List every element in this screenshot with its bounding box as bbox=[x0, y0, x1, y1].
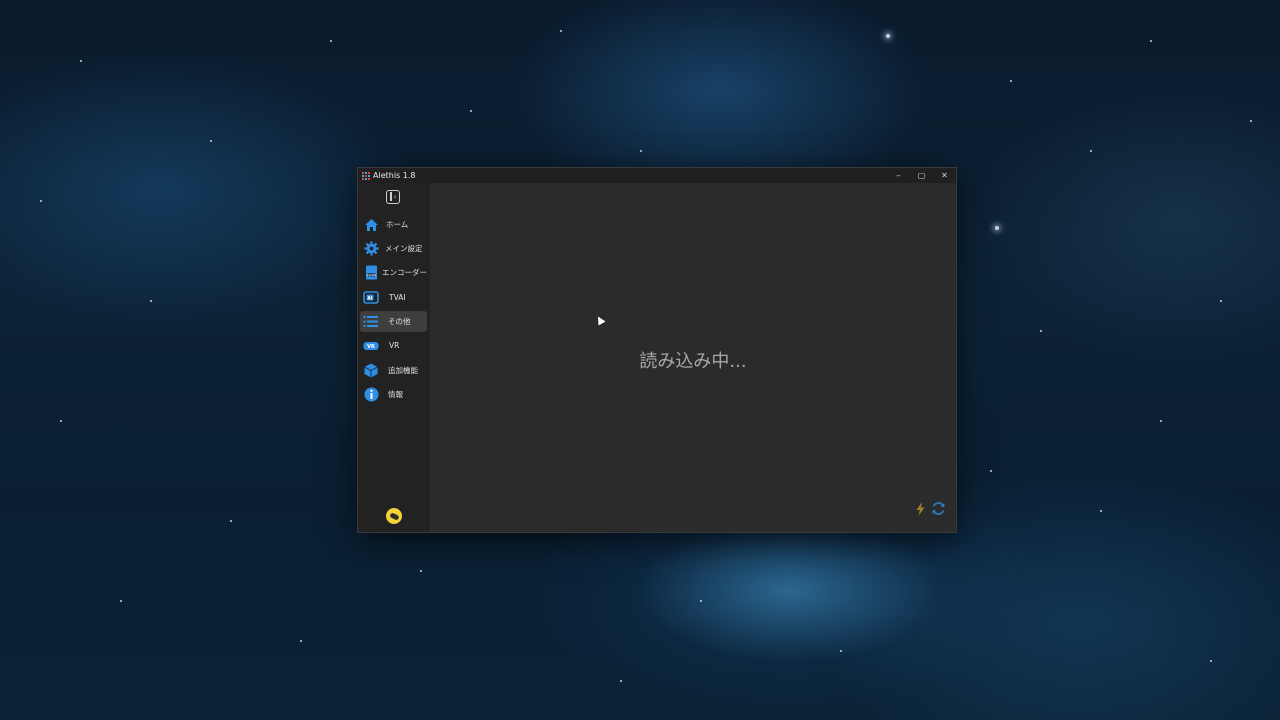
sidebar-item-label: 情報 bbox=[388, 390, 403, 399]
home-icon bbox=[363, 217, 379, 233]
maximize-button[interactable]: ▢ bbox=[910, 168, 933, 183]
avatar-icon[interactable] bbox=[386, 508, 402, 524]
sidebar-item-extra-features[interactable]: 追加機能 bbox=[360, 360, 427, 381]
cube-icon bbox=[363, 363, 379, 379]
sidebar-collapse-icon[interactable]: ‹ bbox=[386, 190, 400, 204]
sidebar-item-label: エンコーダー bbox=[382, 268, 427, 277]
info-icon bbox=[363, 387, 379, 403]
main-content: 読み込み中... bbox=[430, 183, 956, 532]
app-logo-icon bbox=[362, 171, 370, 180]
svg-text:VR: VR bbox=[367, 344, 375, 350]
svg-text:H264: H264 bbox=[366, 273, 375, 277]
minimize-button[interactable]: – bbox=[887, 168, 910, 183]
app-window: Alethis 1.8 – ▢ ✕ ‹ ホーム メイン設定 H264 エンコーダ… bbox=[357, 167, 957, 533]
sidebar-item-encoder[interactable]: H264 エンコーダー bbox=[360, 262, 427, 283]
sidebar-item-info[interactable]: 情報 bbox=[360, 384, 427, 405]
sidebar-item-label: 追加機能 bbox=[388, 366, 418, 375]
sidebar-item-home[interactable]: ホーム bbox=[360, 214, 427, 235]
vr-icon: VR bbox=[363, 338, 379, 354]
h264-file-icon: H264 bbox=[363, 265, 379, 281]
list-icon bbox=[363, 314, 379, 330]
gear-icon bbox=[363, 241, 379, 257]
sidebar-item-label: ホーム bbox=[386, 220, 409, 229]
sidebar-item-label: メイン設定 bbox=[385, 244, 423, 253]
sidebar-item-vr[interactable]: VR VR bbox=[360, 335, 427, 356]
svg-text:AI: AI bbox=[367, 295, 372, 301]
sidebar-item-label: その他 bbox=[388, 317, 411, 326]
refresh-icon[interactable] bbox=[931, 501, 946, 520]
sidebar-item-other[interactable]: その他 bbox=[360, 311, 427, 332]
close-button[interactable]: ✕ bbox=[933, 168, 956, 183]
sidebar-item-tvai[interactable]: AI TVAI bbox=[360, 287, 427, 308]
window-title: Alethis 1.8 bbox=[373, 171, 416, 180]
loading-text: 読み込み中... bbox=[639, 351, 747, 372]
lightning-icon[interactable] bbox=[916, 501, 925, 520]
ai-chip-icon: AI bbox=[363, 290, 379, 306]
sidebar-item-main-settings[interactable]: メイン設定 bbox=[360, 238, 427, 259]
sidebar: ‹ ホーム メイン設定 H264 エンコーダー AI TVAI その他 VR V… bbox=[358, 183, 430, 532]
sidebar-item-label: TVAI bbox=[389, 293, 406, 302]
title-bar[interactable]: Alethis 1.8 – ▢ ✕ bbox=[358, 168, 956, 183]
sidebar-item-label: VR bbox=[389, 341, 400, 350]
